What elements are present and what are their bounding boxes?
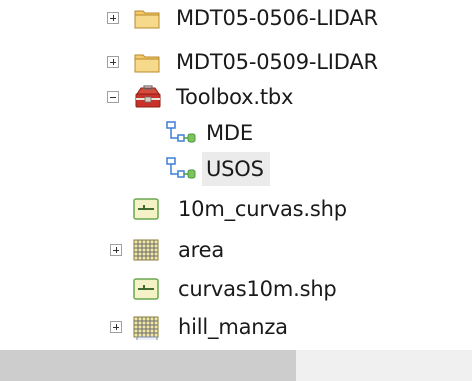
tree-item-label: MDT05-0509-LIDAR [176, 50, 378, 74]
tree-item-label: MDE [206, 121, 253, 145]
raster-icon [133, 316, 159, 338]
folder-icon [134, 10, 160, 29]
line-shapefile-icon [133, 278, 159, 300]
scrollbar-thumb[interactable] [0, 350, 296, 381]
toolbox-icon [135, 85, 161, 108]
catalog-tree: MDT05-0506-LIDAR MDT05-0509-LIDAR Toolbo… [0, 0, 472, 340]
expand-icon[interactable] [107, 12, 119, 24]
model-icon [166, 121, 196, 143]
raster-icon [133, 239, 159, 261]
expand-icon[interactable] [107, 56, 119, 68]
tree-item-label: area [178, 238, 225, 262]
expand-icon[interactable] [110, 321, 122, 333]
expand-icon[interactable] [110, 244, 122, 256]
tree-item-label: 10m_curvas.shp [178, 197, 347, 221]
table-icon [136, 336, 158, 340]
horizontal-scrollbar[interactable] [0, 350, 472, 381]
tree-item-label: hill_manza [178, 315, 288, 339]
collapse-icon[interactable] [107, 91, 119, 103]
folder-icon [134, 54, 160, 73]
model-icon [166, 157, 196, 179]
tree-item-label: curvas10m.shp [178, 277, 337, 301]
tree-item-label: USOS [202, 152, 270, 186]
line-shapefile-icon [133, 198, 159, 220]
tree-item-label: Toolbox.tbx [176, 85, 294, 109]
tree-item-label: MDT05-0506-LIDAR [176, 6, 378, 30]
